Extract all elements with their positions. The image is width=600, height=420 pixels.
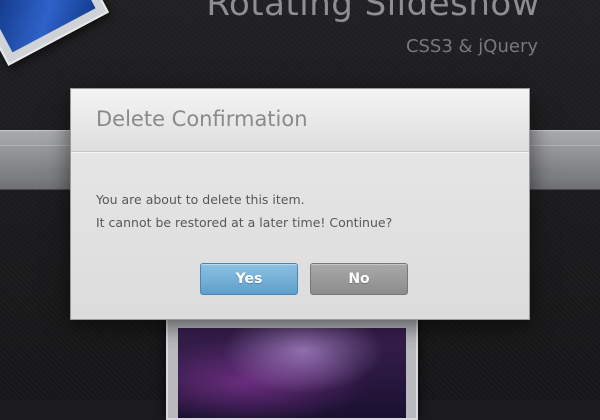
dialog-message: You are about to delete this item. It ca…	[96, 188, 392, 234]
dialog-message-line: It cannot be restored at a later time! C…	[96, 215, 393, 230]
slide-image	[178, 328, 406, 418]
yes-button[interactable]: Yes	[200, 263, 298, 295]
delete-confirmation-dialog: Delete Confirmation You are about to del…	[70, 88, 530, 320]
page-subtitle: CSS3 & jQuery	[405, 36, 538, 57]
dialog-title: Delete Confirmation	[96, 107, 308, 131]
page-title: Rotating Slideshow	[206, 0, 540, 24]
dialog-message-line: You are about to delete this item.	[96, 192, 305, 207]
no-button[interactable]: No	[310, 263, 408, 295]
slideshow-frame	[166, 316, 418, 420]
dialog-header: Delete Confirmation	[71, 89, 529, 152]
